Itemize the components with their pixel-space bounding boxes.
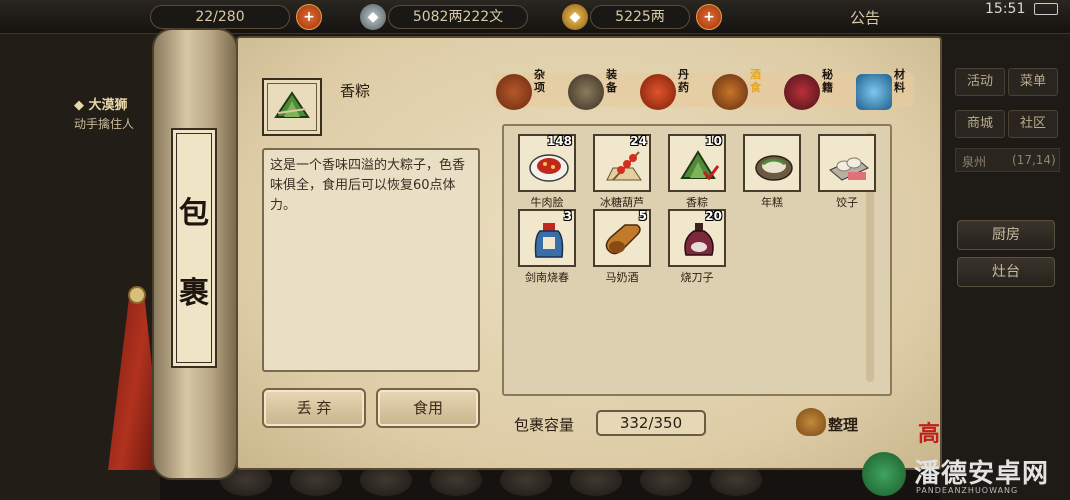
scroll-title-char-1: 包: [179, 196, 209, 231]
tab-misc[interactable]: 杂项: [494, 68, 552, 114]
jar-icon: [496, 74, 532, 110]
tab-equipment-label: 装备: [606, 68, 617, 94]
discard-label: 丢 弃: [296, 399, 332, 417]
tab-materials[interactable]: 材料: [854, 68, 912, 114]
discard-button[interactable]: 丢 弃: [262, 388, 366, 428]
item-name: 烧刀子: [680, 271, 714, 284]
item-slot[interactable]: [818, 134, 876, 192]
item-name: 年糕: [761, 196, 783, 209]
copper-display: 5082两222文: [388, 5, 528, 29]
eat-button[interactable]: 食用: [376, 388, 480, 428]
copper-coin-icon: ◆: [360, 4, 386, 30]
notice-button[interactable]: 公告: [850, 7, 880, 28]
gold-ingot-icon: ◆: [562, 4, 588, 30]
wine-jug-icon: [684, 223, 714, 256]
top-bar: 22/280 + ◆ 5082两222文 ◆ 5225两 + 公告 15:51: [0, 0, 1070, 34]
clock: 15:51: [985, 1, 1026, 17]
capacity-label: 包裹容量: [514, 416, 575, 434]
scroll-title-char-2: 裹: [179, 276, 209, 311]
shop-button[interactable]: 商城: [955, 110, 1005, 138]
item-name: 饺子: [836, 196, 858, 209]
item-slot[interactable]: 3: [518, 209, 576, 267]
add-gold-button[interactable]: +: [696, 4, 722, 30]
tab-manuals-label: 秘籍: [822, 68, 833, 94]
capacity-value: 332/350: [596, 410, 706, 436]
tab-manuals[interactable]: 秘籍: [782, 68, 840, 114]
activity-button[interactable]: 活动: [955, 68, 1005, 96]
tanghulu-icon: [606, 151, 642, 181]
crystal-icon: [856, 74, 892, 110]
selected-item-description: 这是一个香味四溢的大粽子，色香味俱全，食用后可以恢复60点体力。: [270, 158, 466, 213]
sort-bag-icon[interactable]: [796, 408, 826, 436]
selected-item-icon: [262, 78, 322, 136]
book-icon: [784, 74, 820, 110]
item-count: 5: [638, 209, 647, 223]
pill-icon: [640, 74, 676, 110]
kitchen-label: 厨房: [992, 227, 1020, 243]
location-coords: (17,14): [1012, 153, 1056, 167]
tassel-bead: [128, 286, 146, 304]
item-count: 20: [705, 209, 722, 223]
battery-icon: [1034, 3, 1058, 15]
wine-bottle-icon: [534, 223, 564, 258]
stove-label: 灶台: [992, 264, 1020, 280]
item-name: 香粽: [686, 196, 708, 209]
weapon-icon: [568, 74, 604, 110]
gold-display: 5225两: [590, 5, 690, 29]
beef-dish-icon: [529, 154, 569, 182]
item-count: 10: [705, 134, 722, 148]
item-count: 148: [546, 134, 572, 148]
item-slot[interactable]: 10: [668, 134, 726, 192]
item-slot[interactable]: 5: [593, 209, 651, 267]
add-stamina-button[interactable]: +: [296, 4, 322, 30]
wine-gourd-icon: [605, 224, 641, 255]
watermark-text: 潘德安卓网: [914, 459, 1050, 489]
watermark-logo: [862, 452, 906, 496]
tab-equipment[interactable]: 装备: [566, 68, 624, 114]
kitchen-button[interactable]: 厨房: [957, 220, 1055, 250]
sort-button[interactable]: 整理: [828, 414, 858, 435]
location-name: 泉州: [962, 155, 987, 169]
food-icon: [712, 74, 748, 110]
zongzi-icon: [274, 91, 310, 118]
red-seal-stamp: 高: [918, 421, 941, 447]
item-slot[interactable]: 148: [518, 134, 576, 192]
item-name: 牛肉脍: [530, 196, 564, 209]
item-slot[interactable]: 24: [593, 134, 651, 192]
tab-food[interactable]: 酒食: [710, 68, 768, 114]
item-name: 剑南烧春: [525, 271, 569, 284]
quest-title[interactable]: ◆ 大漠狮: [74, 94, 128, 113]
selected-item-name: 香粽: [340, 82, 371, 100]
stamina-display: 22/280: [150, 5, 290, 29]
eat-label: 食用: [412, 399, 443, 417]
menu-button[interactable]: 菜单: [1008, 68, 1058, 96]
stove-button[interactable]: 灶台: [957, 257, 1055, 287]
tab-pills-label: 丹药: [678, 68, 689, 94]
tab-food-label: 酒食: [750, 68, 761, 94]
category-tabs: 杂项 装备 丹药 酒食 秘籍 材料: [494, 68, 918, 114]
community-button[interactable]: 社区: [1008, 110, 1058, 138]
item-slot[interactable]: [743, 134, 801, 192]
tab-materials-label: 材料: [894, 68, 905, 94]
dumpling-icon: [829, 157, 869, 181]
watermark-subtext: PANDEANZHUOWANG: [916, 486, 1019, 495]
scroll-title-plate: [171, 128, 217, 368]
niangao-icon: [755, 155, 793, 181]
item-count: 24: [630, 134, 647, 148]
item-slot[interactable]: 20: [668, 209, 726, 267]
zongzi-icon: [680, 150, 720, 181]
item-name: 冰糖葫芦: [600, 196, 644, 209]
tab-misc-label: 杂项: [534, 68, 545, 94]
item-count: 3: [563, 209, 572, 223]
location-bar: 泉州 (17,14): [955, 148, 1060, 172]
tab-pills[interactable]: 丹药: [638, 68, 696, 114]
item-name: 马奶酒: [605, 271, 639, 284]
